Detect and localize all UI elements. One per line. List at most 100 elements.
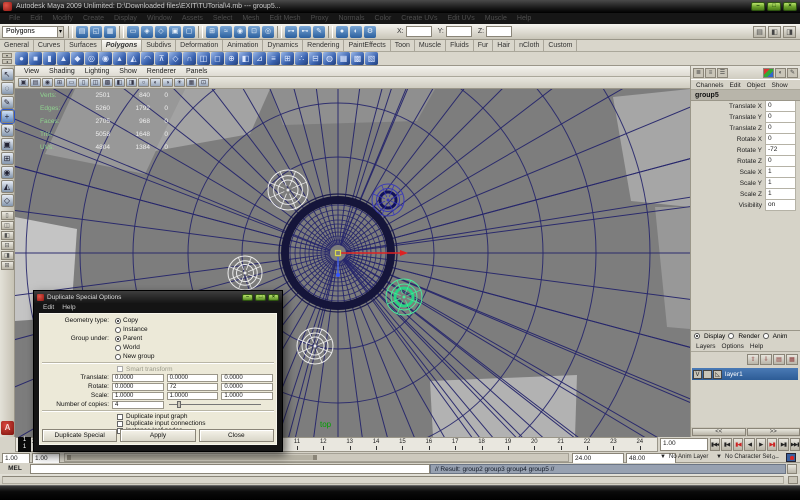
scale-y-field[interactable]: 1.0000	[166, 391, 219, 400]
script-editor-icon[interactable]	[787, 463, 797, 474]
shelf-tab[interactable]: Subdivs	[142, 40, 177, 51]
layer-playback-toggle[interactable]	[703, 369, 712, 379]
channel-value[interactable]: 0	[765, 101, 796, 112]
auto-keyframe-icon[interactable]: o–	[772, 454, 783, 462]
channel-value[interactable]: 0	[765, 123, 796, 134]
layer-menu-item[interactable]: Help	[747, 341, 766, 351]
shelf-icon[interactable]: ◠	[141, 52, 154, 65]
duplicate-input-graph-checkbox[interactable]	[117, 413, 123, 420]
panel-toolbar-icon[interactable]: ◧	[114, 78, 125, 87]
duplicate-special-button[interactable]: Duplicate Special	[42, 429, 118, 442]
playback-button[interactable]: ▮◀	[732, 438, 744, 451]
animation-preferences-icon[interactable]	[786, 453, 796, 462]
list-wide-icon[interactable]: ☰	[717, 67, 728, 78]
menu-item[interactable]: Muscle	[480, 13, 512, 24]
help-line-button[interactable]	[788, 476, 798, 484]
x-input[interactable]	[405, 26, 432, 37]
layer-display-type-toggle[interactable]: ◺	[713, 369, 722, 379]
channel-box-menu-item[interactable]: Channels	[693, 80, 726, 89]
current-time-field[interactable]: 1.00	[660, 438, 708, 451]
dialog-minimize-button[interactable]: –	[242, 293, 253, 301]
panel-menu-item[interactable]: View	[19, 66, 44, 76]
channel-value[interactable]: on	[765, 200, 796, 211]
playback-button[interactable]: ▶▶▮	[789, 438, 800, 451]
playback-button[interactable]: ▶▮	[766, 438, 778, 451]
layout-shortcut-icon[interactable]: ◫	[0, 221, 14, 230]
timeline-frame[interactable]: 12	[310, 438, 336, 451]
timeline-frame[interactable]: 14	[363, 438, 389, 451]
timeline-frame[interactable]: 23	[600, 438, 626, 451]
menu-item[interactable]: Help	[512, 13, 536, 24]
timeline-frame[interactable]: 24	[627, 438, 653, 451]
status-icon[interactable]: ▤	[76, 25, 88, 38]
panel-toolbar-icon[interactable]: ◉	[42, 78, 53, 87]
chevron-down-icon[interactable]: ▾	[56, 26, 63, 37]
panel-toggle-icon[interactable]: ▤	[753, 25, 766, 38]
selected-object-name[interactable]: group5	[691, 90, 800, 101]
shelf-icon[interactable]: ◉	[99, 52, 112, 65]
panel-toolbar-icon[interactable]: ○	[138, 78, 149, 87]
shelf-icon[interactable]: ●	[15, 52, 28, 65]
menu-item[interactable]: Create	[78, 13, 109, 24]
layout-shortcut-icon[interactable]: ▯	[0, 211, 14, 220]
status-icon[interactable]: ≈	[220, 25, 232, 38]
status-separator[interactable]	[119, 25, 124, 38]
shelf-tab[interactable]: Hair	[493, 40, 516, 51]
minimize-button[interactable]: –	[751, 2, 765, 11]
status-icon[interactable]: ⊷	[299, 25, 311, 38]
shelf-icon[interactable]: ◎	[85, 52, 98, 65]
shelf-icon[interactable]: ▦	[337, 52, 350, 65]
shelf-tab[interactable]: Toon	[391, 40, 415, 51]
scroll-right-button[interactable]: >>	[746, 428, 800, 436]
panel-toolbar-icon[interactable]: ◑	[162, 78, 173, 87]
shelf-tab[interactable]: General	[0, 40, 34, 51]
tool-icon[interactable]: ⊞	[0, 152, 14, 165]
character-set-selector[interactable]: No Character Set	[725, 452, 771, 463]
shelf-tab[interactable]: Deformation	[176, 40, 224, 51]
panel-toolbar-icon[interactable]: ◫	[90, 78, 101, 87]
scale-z-field[interactable]: 1.0000	[221, 391, 274, 400]
shelf-icon[interactable]: ■	[29, 52, 42, 65]
character-set-dropdown-icon[interactable]: ▼	[716, 454, 722, 460]
channel-value[interactable]: 0	[765, 134, 796, 145]
tool-icon[interactable]: ▣	[0, 138, 14, 151]
tool-icon[interactable]: ↻	[0, 124, 14, 137]
channel-box-menu-item[interactable]: Edit	[726, 80, 743, 89]
shelf-icon[interactable]: ▲	[57, 52, 70, 65]
layout-shortcut-icon[interactable]: ◧	[0, 231, 14, 240]
anim-layer-dropdown-icon[interactable]: ▼	[660, 454, 666, 460]
shelf-icon[interactable]: ◧	[239, 52, 252, 65]
shelf-tab-arrow-icon[interactable]: ◂	[2, 59, 12, 64]
status-icon[interactable]: ▭	[127, 25, 139, 38]
shelf-icon[interactable]: ≡	[267, 52, 280, 65]
layout-shortcut-icon[interactable]: ⊟	[0, 241, 14, 250]
status-icon[interactable]: ✎	[313, 25, 325, 38]
timeline-frame[interactable]: 21	[548, 438, 574, 451]
menu-item[interactable]: Edit	[25, 13, 47, 24]
timeline-frame[interactable]: 15	[389, 438, 415, 451]
panel-toolbar-icon[interactable]: ▣	[18, 78, 29, 87]
menu-item[interactable]: Select	[208, 13, 237, 24]
menu-item[interactable]: Edit UVs	[442, 13, 479, 24]
y-input[interactable]	[445, 26, 472, 37]
menu-item[interactable]: Modify	[47, 13, 78, 24]
menu-item[interactable]: Display	[109, 13, 142, 24]
smart-transform-checkbox[interactable]	[117, 366, 123, 372]
range-slider-track[interactable]	[64, 453, 569, 462]
new-group-radio[interactable]	[115, 353, 121, 360]
close-button[interactable]: ×	[783, 2, 797, 11]
status-icon[interactable]: ◎	[262, 25, 274, 38]
status-icon[interactable]: ⊞	[206, 25, 218, 38]
shelf-icon[interactable]: ∩	[183, 52, 196, 65]
layer-row[interactable]: V ◺ layer1	[692, 368, 798, 380]
shelf-icon[interactable]: ▴	[113, 52, 126, 65]
panel-menu-item[interactable]: Show	[114, 66, 142, 76]
translate-z-field[interactable]: 0.0000	[221, 373, 274, 382]
playback-button[interactable]: ▶	[755, 438, 766, 451]
shelf-icon[interactable]: ◆	[71, 52, 84, 65]
playback-button[interactable]: ▶▮	[778, 438, 789, 451]
panel-toolbar-icon[interactable]: ⊡	[198, 78, 209, 87]
menu-item[interactable]: Window	[142, 13, 177, 24]
channel-value[interactable]: 0	[765, 156, 796, 167]
menu-item[interactable]: File	[4, 13, 25, 24]
